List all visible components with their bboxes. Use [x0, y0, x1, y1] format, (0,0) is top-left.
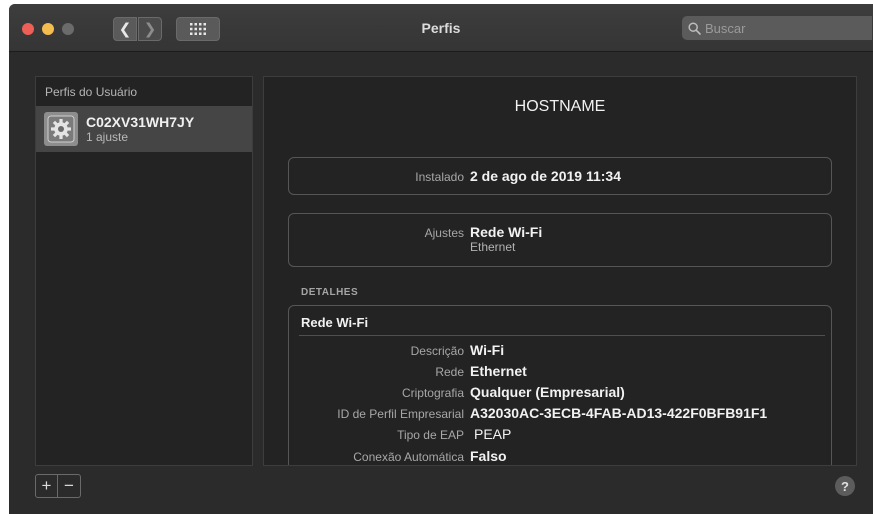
sidebar-header: Perfis do Usuário [45, 85, 138, 99]
chevron-left-icon: ❮ [118, 21, 132, 38]
search-icon [688, 21, 701, 35]
detail-row: Rede Ethernet [289, 363, 527, 379]
profile-detail-panel: HOSTNAME Instalado 2 de ago de 2019 11:3… [263, 76, 857, 466]
zoom-window-button[interactable] [62, 23, 74, 35]
detail-value: A32030AC-3ECB-4FAB-AD13-422F0BFB91F1 [470, 405, 768, 421]
detail-row: Conexão Automática Falso [289, 448, 507, 464]
add-remove-group: + − [35, 474, 81, 498]
search-field[interactable] [682, 16, 872, 40]
detail-label: ID de Perfil Empresarial [337, 407, 464, 421]
installed-value: 2 de ago de 2019 11:34 [470, 168, 621, 184]
back-button[interactable]: ❮ [113, 17, 137, 41]
details-title: Rede Wi-Fi [301, 315, 369, 330]
preferences-window: ❮ ❯ Perfis Perfis do Usuário [9, 4, 873, 514]
details-section-label: DETALHES [301, 287, 359, 298]
detail-label: Tipo de EAP [397, 428, 464, 442]
detail-row: Descrição Wi-Fi [289, 342, 504, 358]
forward-button[interactable]: ❯ [138, 17, 162, 41]
grid-icon [190, 23, 206, 35]
detail-label: Criptografia [401, 386, 464, 400]
chevron-right-icon: ❯ [143, 21, 157, 38]
detail-value: PEAP [474, 426, 512, 442]
detail-row: ID de Perfil Empresarial A32030AC-3ECB-4… [289, 405, 767, 421]
profile-subtitle: 1 ajuste [86, 129, 129, 144]
installed-box: Instalado 2 de ago de 2019 11:34 [288, 157, 832, 195]
detail-value: Wi-Fi [470, 342, 505, 358]
minimize-window-button[interactable] [42, 23, 54, 35]
detail-row: Criptografia Qualquer (Empresarial) [289, 384, 625, 400]
sidebar-item-profile[interactable]: C02XV31WH7JY 1 ajuste [36, 106, 252, 152]
settings-label: Ajustes [424, 226, 464, 240]
title-bar: ❮ ❯ Perfis [9, 4, 873, 52]
show-all-button[interactable] [176, 17, 220, 41]
close-window-button[interactable] [22, 23, 34, 35]
detail-label: Descrição [410, 344, 464, 358]
detail-value: Qualquer (Empresarial) [470, 384, 625, 400]
detail-row: Tipo de EAP PEAP [289, 426, 511, 442]
profile-title: HOSTNAME [514, 98, 606, 115]
profiles-sidebar: Perfis do Usuário C02XV31WH7JY 1 ajuste [35, 76, 253, 466]
detail-value: Falso [470, 448, 507, 464]
detail-label: Conexão Automática [353, 450, 464, 464]
detail-value: Ethernet [470, 363, 527, 379]
detail-label: Rede [435, 365, 464, 379]
profile-gear-icon [44, 112, 78, 146]
profile-name: C02XV31WH7JY [86, 113, 195, 130]
remove-profile-button[interactable]: − [58, 475, 80, 497]
help-button[interactable]: ? [835, 476, 855, 496]
settings-sub: Ethernet [470, 240, 516, 254]
details-divider [299, 335, 825, 336]
add-profile-button[interactable]: + [36, 475, 58, 497]
details-box: Rede Wi-Fi Descrição Wi-Fi Rede Ethernet… [288, 305, 832, 465]
search-input[interactable] [705, 20, 865, 36]
settings-box: Ajustes Rede Wi-Fi Ethernet [288, 213, 832, 267]
installed-label: Instalado [415, 170, 464, 184]
settings-value: Rede Wi-Fi [470, 224, 543, 240]
